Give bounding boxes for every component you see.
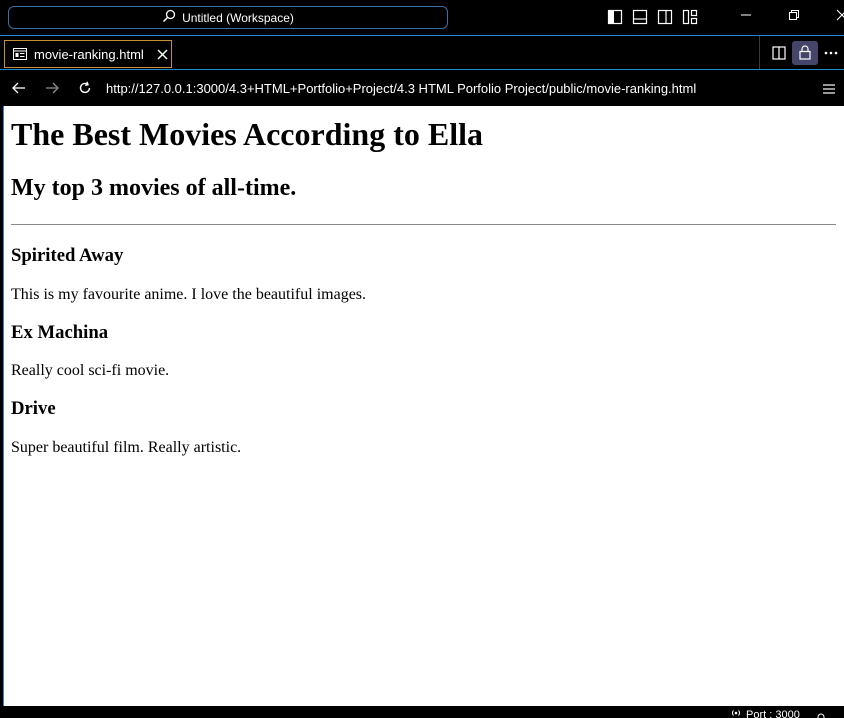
forward-arrow-icon[interactable] [35,74,68,102]
notifications-bell-icon[interactable] [815,709,827,718]
restore-icon[interactable] [770,9,818,21]
port-label: Port : 3000 [746,708,800,718]
tab-close-icon[interactable] [157,49,168,60]
movie-title: Spirited Away [11,245,124,266]
editor-actions [759,36,844,69]
back-arrow-icon[interactable] [2,74,35,102]
split-editor-icon[interactable] [766,41,792,65]
window-controls [722,9,844,21]
movie-comment: Really cool sci-fi movie. [11,362,170,379]
page-viewport: The Best Movies According to Ella My top… [3,106,844,706]
search-icon [162,8,176,27]
movie-comment: Super beautiful film. Really artistic. [11,439,242,456]
page-subtitle: My top 3 movies of all-time. [11,175,297,201]
more-actions-icon[interactable] [818,41,844,65]
minimize-icon[interactable] [722,9,770,21]
hamburger-menu-icon[interactable] [822,80,836,99]
tab-movie-ranking[interactable]: movie-ranking.html [4,40,172,68]
toggle-secondary-sidebar-icon[interactable] [657,9,673,25]
toggle-primary-sidebar-icon[interactable] [607,9,623,25]
editor-tab-bar: movie-ranking.html [0,35,844,70]
reload-icon[interactable] [68,74,101,102]
page-title: The Best Movies According to Ella [11,116,483,152]
broadcast-icon [730,708,742,718]
customize-layout-icon[interactable] [682,9,698,25]
horizontal-rule [11,224,836,225]
status-bar: Port : 3000 [0,706,844,718]
movie-title: Drive [11,398,56,419]
movie-title: Ex Machina [11,322,109,343]
title-bar: Untitled (Workspace) [0,0,844,35]
layout-controls [607,9,698,25]
port-status[interactable]: Port : 3000 [730,708,800,718]
preview-page-icon [13,45,27,64]
tab-label: movie-ranking.html [34,46,144,62]
close-icon[interactable] [818,9,844,21]
url-field[interactable]: http://127.0.0.1:3000/4.3+HTML+Portfolio… [106,81,696,96]
toggle-panel-icon[interactable] [632,9,648,25]
movie-comment: This is my favourite anime. I love the b… [11,286,367,303]
workspace-label: Untitled (Workspace) [182,10,294,25]
browser-navigation-bar: http://127.0.0.1:3000/4.3+HTML+Portfolio… [0,71,844,105]
command-center[interactable]: Untitled (Workspace) [8,6,448,29]
lock-icon[interactable] [792,40,818,65]
